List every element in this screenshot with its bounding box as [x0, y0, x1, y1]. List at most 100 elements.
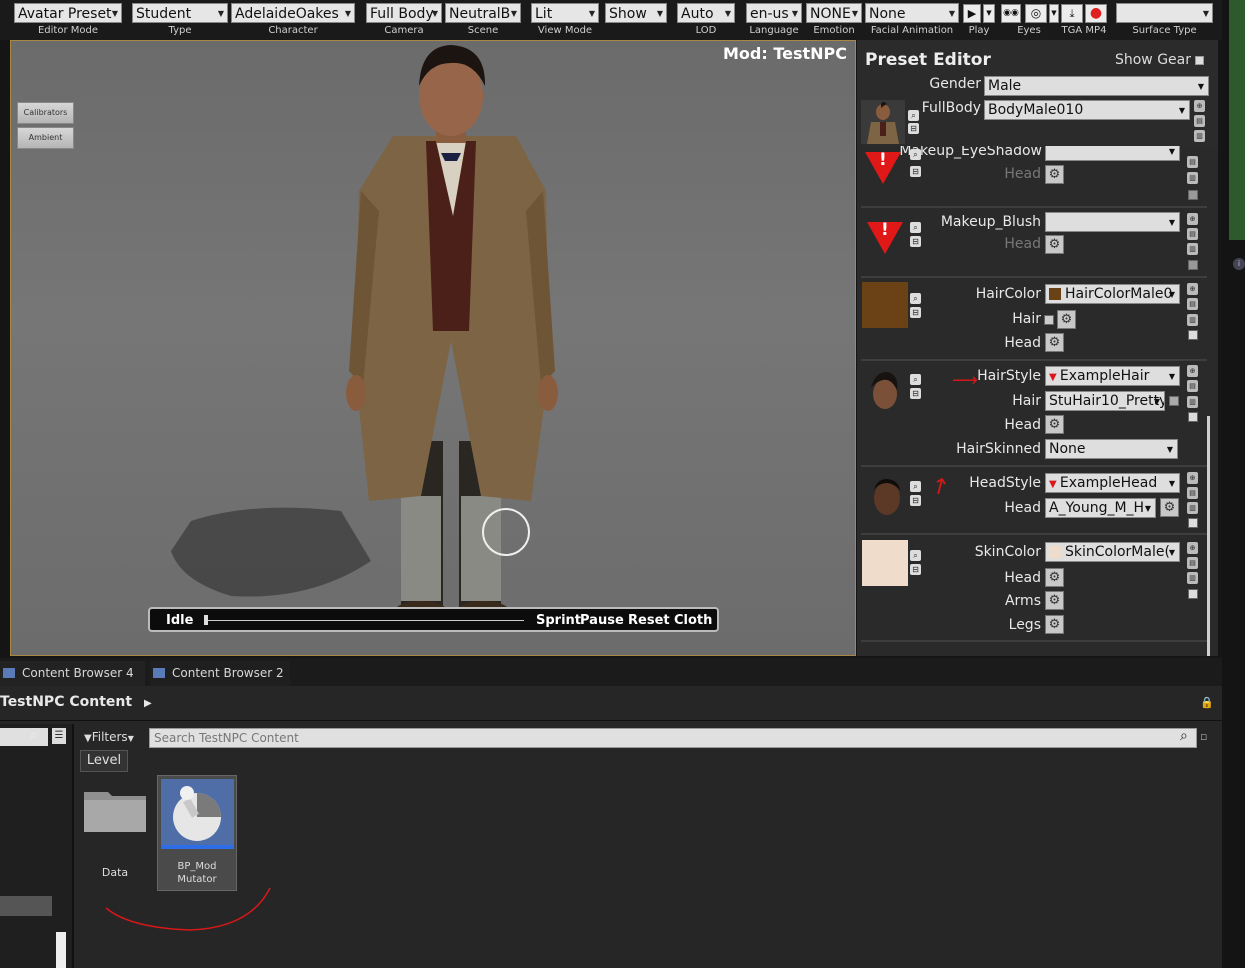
lock-icon[interactable]: ⊟ — [910, 307, 921, 318]
lock-icon[interactable]: ⊟ — [910, 166, 921, 177]
show-dropdown[interactable]: Show ▼ — [605, 3, 667, 23]
delete-icon[interactable]: ▥ — [1187, 396, 1198, 408]
row-checkbox[interactable] — [1188, 330, 1198, 340]
camera-dropdown[interactable]: Full Body ▼ — [366, 3, 442, 23]
filters-button[interactable]: ▼Filters▼ — [84, 730, 134, 744]
folder-data[interactable]: Data — [82, 786, 152, 879]
type-dropdown[interactable]: Student ▼ — [132, 3, 228, 23]
view-mode-dropdown[interactable]: Lit ▼ — [531, 3, 599, 23]
row-checkbox[interactable] — [1188, 190, 1198, 200]
delete-icon[interactable]: ▥ — [1194, 130, 1205, 142]
makeup-blush-dropdown[interactable]: ▼ — [1045, 212, 1180, 232]
copy-icon[interactable]: ▤ — [1187, 487, 1198, 499]
zoom-icon[interactable]: ⌕ — [910, 374, 921, 385]
add-icon[interactable]: ⊕ — [1187, 283, 1198, 295]
search-input[interactable]: Search TestNPC Content — [149, 728, 1197, 748]
zoom-icon[interactable]: ⌕ — [910, 481, 921, 492]
skin-color-dropdown[interactable]: SkinColorMale(▼ — [1045, 542, 1180, 562]
facial-animation-dropdown[interactable]: None ▼ — [865, 3, 959, 23]
row-checkbox[interactable] — [1188, 518, 1198, 528]
lock-icon[interactable]: ⊟ — [910, 388, 921, 399]
head-mesh-dropdown[interactable]: A_Young_M_H ▼ — [1045, 498, 1156, 518]
list-view-icon[interactable]: ☰ — [52, 728, 66, 744]
sources-scrollbar[interactable] — [56, 932, 66, 968]
lock-icon[interactable]: ⊟ — [908, 123, 919, 134]
zoom-icon[interactable]: ⌕ — [910, 550, 921, 561]
row-checkbox[interactable] — [1188, 412, 1198, 422]
makeup-eyeshadow-dropdown[interactable]: ▼ — [1045, 146, 1180, 161]
tab-content-browser-4[interactable]: Content Browser 4 — [0, 661, 145, 686]
asset-bp-mod-mutator[interactable]: BP_Mod Mutator — [157, 775, 237, 891]
gear-icon[interactable]: ⚙ — [1160, 498, 1179, 517]
delete-icon[interactable]: ▥ — [1187, 502, 1198, 514]
sprint-button[interactable]: Sprint — [536, 613, 581, 628]
timeline-slider[interactable] — [206, 620, 524, 621]
copy-icon[interactable]: ▤ — [1187, 298, 1198, 310]
zoom-icon[interactable]: ⌕ — [910, 293, 921, 304]
reset-button[interactable]: Reset — [628, 613, 670, 628]
copy-icon[interactable]: ▤ — [1187, 228, 1198, 240]
play-icon[interactable]: ▶ — [963, 4, 981, 23]
idle-button[interactable]: Idle — [166, 613, 193, 628]
delete-icon[interactable]: ▥ — [1187, 172, 1198, 184]
hair-mesh-dropdown[interactable]: StuHair10_Pretty ▼ — [1045, 391, 1165, 411]
sources-selected-row[interactable] — [0, 896, 52, 916]
copy-icon[interactable]: ▤ — [1194, 115, 1205, 127]
gear-icon[interactable]: ⚙ — [1045, 165, 1064, 184]
add-icon[interactable]: ⊕ — [1187, 213, 1198, 225]
pause-button[interactable]: Pause — [580, 613, 624, 628]
gear-icon[interactable]: ⚙ — [1045, 615, 1064, 634]
save-search-icon[interactable]: ▫ — [1200, 730, 1212, 744]
timeline-handle[interactable] — [204, 615, 208, 625]
lock-icon[interactable]: ⊟ — [910, 236, 921, 247]
tab-content-browser-2[interactable]: Content Browser 2 — [150, 661, 290, 686]
hair-skinned-dropdown[interactable]: None ▼ — [1045, 439, 1178, 459]
add-icon[interactable]: ⊕ — [1187, 472, 1198, 484]
add-icon[interactable]: ⊕ — [1187, 542, 1198, 554]
add-icon[interactable]: ⊕ — [1187, 365, 1198, 377]
hair-color-dropdown[interactable]: HairColorMale0 ▼ — [1045, 284, 1180, 304]
character-dropdown[interactable]: AdelaideOakes ▼ — [231, 3, 355, 23]
copy-icon[interactable]: ▤ — [1187, 156, 1198, 168]
row-checkbox[interactable] — [1188, 589, 1198, 599]
lock-icon[interactable]: 🔒 — [1200, 696, 1214, 709]
gear-icon[interactable]: ⚙ — [1045, 591, 1064, 610]
zoom-icon[interactable]: ⌕ — [910, 149, 921, 160]
copy-icon[interactable]: ▤ — [1187, 380, 1198, 392]
eyes-icon[interactable]: ◉◉ — [1001, 4, 1021, 23]
lock-icon[interactable]: ⊟ — [910, 495, 921, 506]
hair-checkbox[interactable] — [1044, 315, 1054, 325]
panel-scrollbar[interactable] — [1207, 416, 1210, 656]
download-icon[interactable]: ⤓ — [1061, 4, 1083, 23]
delete-icon[interactable]: ▥ — [1187, 572, 1198, 584]
animation-playbar[interactable]: Idle Sprint Pause Reset Cloth — [148, 607, 719, 632]
3d-viewport[interactable]: Calibrators Ambient Mod: TestNPC Idle Sp… — [10, 40, 856, 656]
level-filter-chip[interactable]: Level — [80, 750, 128, 772]
cloth-button[interactable]: Cloth — [674, 613, 712, 628]
editor-mode-dropdown[interactable]: Avatar Preset ▼ — [14, 3, 122, 23]
row-checkbox[interactable] — [1188, 260, 1198, 270]
show-gear-checkbox[interactable] — [1195, 55, 1204, 65]
gear-icon[interactable]: ⚙ — [1057, 310, 1076, 329]
content-browser-path[interactable]: TestNPC Content ▶ — [0, 694, 152, 710]
hair-mesh-checkbox[interactable] — [1169, 396, 1179, 406]
head-style-dropdown[interactable]: ▼ ExampleHead ▼ — [1045, 473, 1180, 493]
gear-icon[interactable]: ⚙ — [1045, 415, 1064, 434]
gear-icon[interactable]: ⚙ — [1045, 235, 1064, 254]
add-icon[interactable]: ⊕ — [1194, 100, 1205, 112]
record-icon[interactable]: ● — [1085, 4, 1107, 23]
fullbody-dropdown[interactable]: BodyMale010 ▼ — [984, 100, 1190, 120]
info-icon[interactable]: i — [1233, 258, 1245, 270]
gear-icon[interactable]: ⚙ — [1045, 333, 1064, 352]
lod-dropdown[interactable]: Auto ▼ — [677, 3, 735, 23]
lock-icon[interactable]: ⊟ — [910, 564, 921, 575]
emotion-dropdown[interactable]: NONE ▼ — [806, 3, 862, 23]
surface-type-dropdown[interactable]: ▼ — [1116, 3, 1213, 23]
scene-dropdown[interactable]: NeutralB ▼ — [445, 3, 521, 23]
copy-icon[interactable]: ▤ — [1187, 557, 1198, 569]
show-gear-toggle[interactable]: Show Gear — [1115, 52, 1204, 68]
hair-style-dropdown[interactable]: ▼ ExampleHair ▼ — [1045, 366, 1180, 386]
play-options-icon[interactable]: ▼ — [983, 4, 995, 23]
eye-icon[interactable]: ◎ — [1025, 4, 1047, 23]
delete-icon[interactable]: ▥ — [1187, 314, 1198, 326]
